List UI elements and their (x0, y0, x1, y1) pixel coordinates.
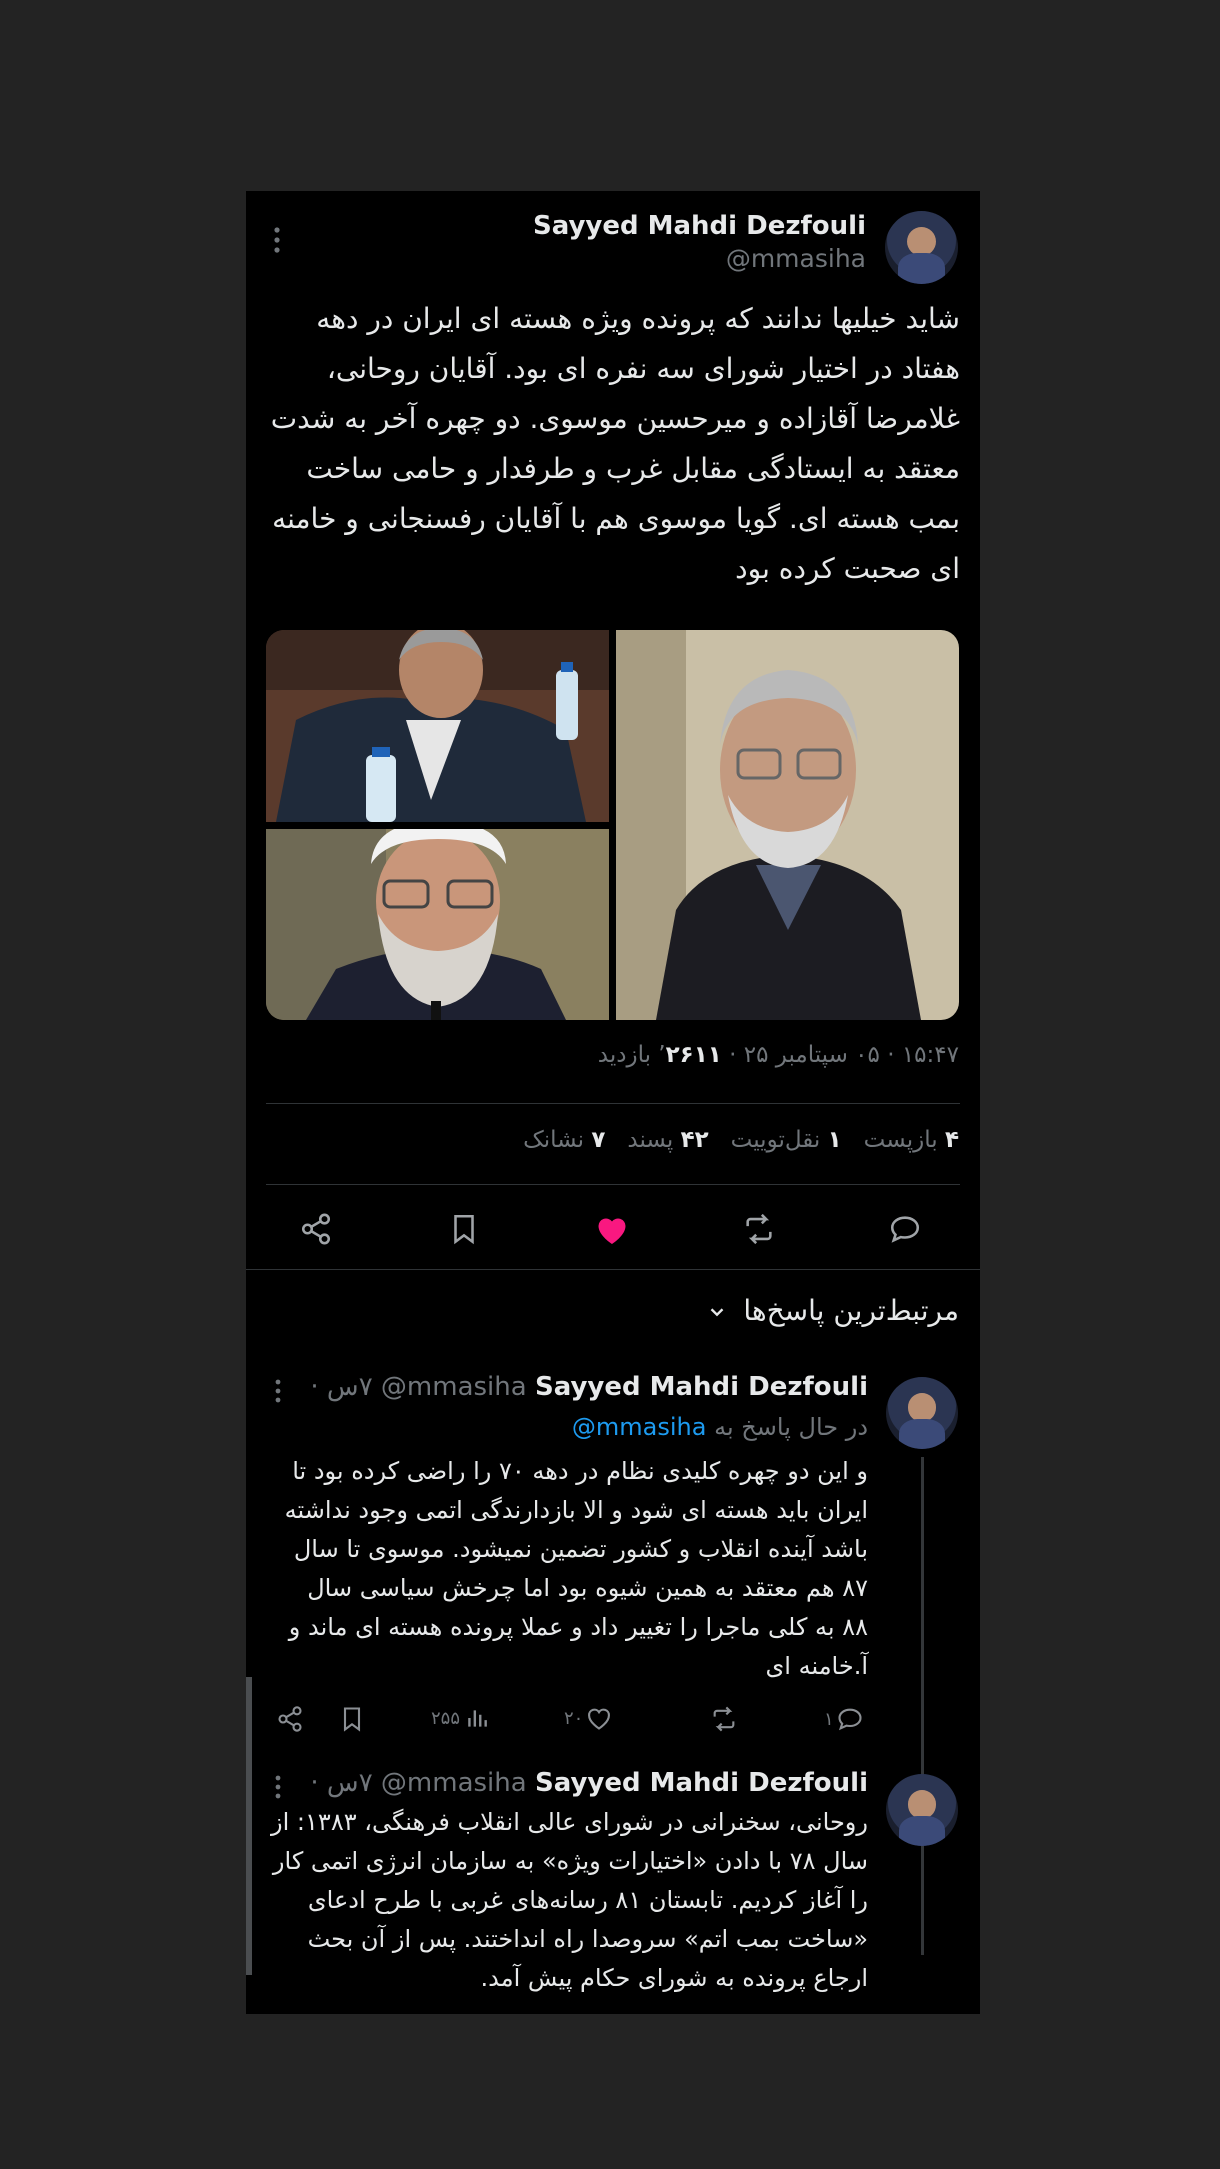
reply-action-reply[interactable]: ۱ (824, 1705, 864, 1733)
reply-text-line: و این دو چهره کلیدی نظام در دهه ۷۰ را را… (292, 1457, 868, 1485)
heart-outline-icon (585, 1705, 613, 1731)
views-count: ۲۵۵ (431, 1707, 461, 1729)
retweet-icon[interactable] (709, 1705, 739, 1733)
stat-quotes[interactable]: ۱ نقل‌توییت (731, 1127, 842, 1153)
reply-text-line: ۸۸ به کلی ماجرا را تغییر داد و عملا پرون… (288, 1613, 868, 1641)
reply-text-line: سال ۷۸ با دادن «اختیارات ویژه» به سازمان… (272, 1847, 868, 1875)
bookmark-icon[interactable] (338, 1705, 366, 1733)
reply-text: روحانی، سخنرانی در شورای عالی انقلاب فره… (248, 1803, 868, 1998)
analytics-icon (464, 1705, 490, 1731)
replying-to-handle[interactable]: @mmasiha (572, 1413, 707, 1441)
reply-action-views[interactable]: ۲۵۵ (431, 1705, 490, 1731)
reply-text-line: «ساخت بمب اتم» سروصدا راه انداختند. پس ا… (307, 1925, 868, 1953)
thread-line (921, 1457, 924, 1955)
reply-time[interactable]: ۷س · (310, 1768, 372, 1798)
reply-count: ۱ (824, 1708, 834, 1730)
media-photo-large[interactable] (616, 630, 959, 1020)
author-avatar[interactable] (885, 211, 958, 284)
reply-header: ۷س · @mmasiha Sayyed Mahdi Dezfouli (310, 1768, 868, 1798)
reply-handle[interactable]: @mmasiha (381, 1768, 527, 1798)
more-options-icon[interactable] (274, 227, 280, 253)
views-count: ۲۶۱۱ (665, 1042, 722, 1068)
reply-action-like[interactable]: ۲۰ (564, 1705, 613, 1731)
divider-actions (246, 1269, 980, 1270)
reply-handle[interactable]: @mmasiha (381, 1372, 527, 1402)
reply-text-line: آ.خامنه ای (765, 1652, 869, 1680)
divider-stats (266, 1184, 960, 1185)
replying-to-prefix: در حال پاسخ به (714, 1413, 868, 1441)
replying-to: @mmasiha در حال پاسخ به (572, 1413, 868, 1441)
more-options-icon[interactable] (275, 1775, 281, 1799)
scroll-indicator[interactable] (246, 1677, 252, 1975)
media-photo-top-left[interactable] (266, 630, 609, 822)
reply-text-line: را آغاز کردیم. تابستان ۸۱ رسانه‌های غربی… (307, 1886, 868, 1914)
replies-header-label: مرتبط‌ترین پاسخ‌ها (743, 1294, 959, 1327)
like-count: ۲۰ (564, 1707, 584, 1729)
reply-author-name[interactable]: Sayyed Mahdi Dezfouli (535, 1768, 868, 1798)
tweet-text: شاید خیلیها ندانند که پرونده ویژه هسته ا… (270, 302, 960, 585)
divider-meta (266, 1103, 960, 1104)
replies-sort-dropdown[interactable]: مرتبط‌ترین پاسخ‌ها (706, 1294, 959, 1327)
reply-time[interactable]: ۷س · (310, 1372, 372, 1402)
chevron-down-icon (706, 1301, 728, 1323)
bookmark-icon[interactable] (447, 1212, 481, 1246)
comment-icon[interactable] (887, 1212, 923, 1246)
reply-text-line: باشد آینده انقلاب و کشور تضمین نمیشود. م… (293, 1535, 868, 1563)
share-icon[interactable] (299, 1212, 333, 1246)
reply-text-line: روحانی، سخنرانی در شورای عالی انقلاب فره… (271, 1808, 868, 1836)
stat-likes[interactable]: ۴۲ پسند (627, 1127, 708, 1153)
stat-reposts[interactable]: ۴ بازپست (864, 1127, 959, 1153)
reply-header: ۷س · @mmasiha Sayyed Mahdi Dezfouli (310, 1372, 868, 1402)
retweet-icon[interactable] (741, 1212, 777, 1246)
reply-author-name[interactable]: Sayyed Mahdi Dezfouli (535, 1372, 868, 1402)
tweet-card: Sayyed Mahdi Dezfouli @mmasiha شاید خیلی… (246, 191, 980, 2014)
heart-icon[interactable] (594, 1212, 630, 1246)
tweet-meta: ۱۵:۴۷ · ۰۵ سپتامبر ۲۵ · ۲۶۱۱’ بازدید (598, 1042, 959, 1068)
tweet-stats: ۴ بازپست ۱ نقل‌توییت ۴۲ پسند ۷ نشانک (523, 1127, 959, 1153)
reply-avatar[interactable] (886, 1377, 958, 1449)
reply-text-line: ارجاع پرونده به شورای حکام پیش آمد. (480, 1964, 869, 1992)
author-name[interactable]: Sayyed Mahdi Dezfouli (533, 211, 866, 241)
reply-avatar[interactable] (886, 1774, 958, 1846)
reply-text-line: ۸۷ هم معتقد به همین شیوه بود اما چرخش سی… (307, 1574, 868, 1602)
comment-icon (836, 1705, 864, 1733)
media-photo-bottom-left[interactable] (266, 829, 609, 1020)
views-label: ’ بازدید (597, 1042, 666, 1068)
share-icon[interactable] (276, 1705, 304, 1733)
reply-text: و این دو چهره کلیدی نظام در دهه ۷۰ را را… (248, 1452, 868, 1686)
author-handle[interactable]: @mmasiha (726, 244, 866, 273)
stat-bookmarks[interactable]: ۷ نشانک (523, 1127, 605, 1153)
more-options-icon[interactable] (275, 1379, 281, 1403)
tweet-timestamp[interactable]: ۱۵:۴۷ · ۰۵ سپتامبر ۲۵ · (722, 1042, 959, 1068)
reply-text-line: ایران باید هسته ای شود و الا بازدارندگی … (284, 1496, 868, 1524)
